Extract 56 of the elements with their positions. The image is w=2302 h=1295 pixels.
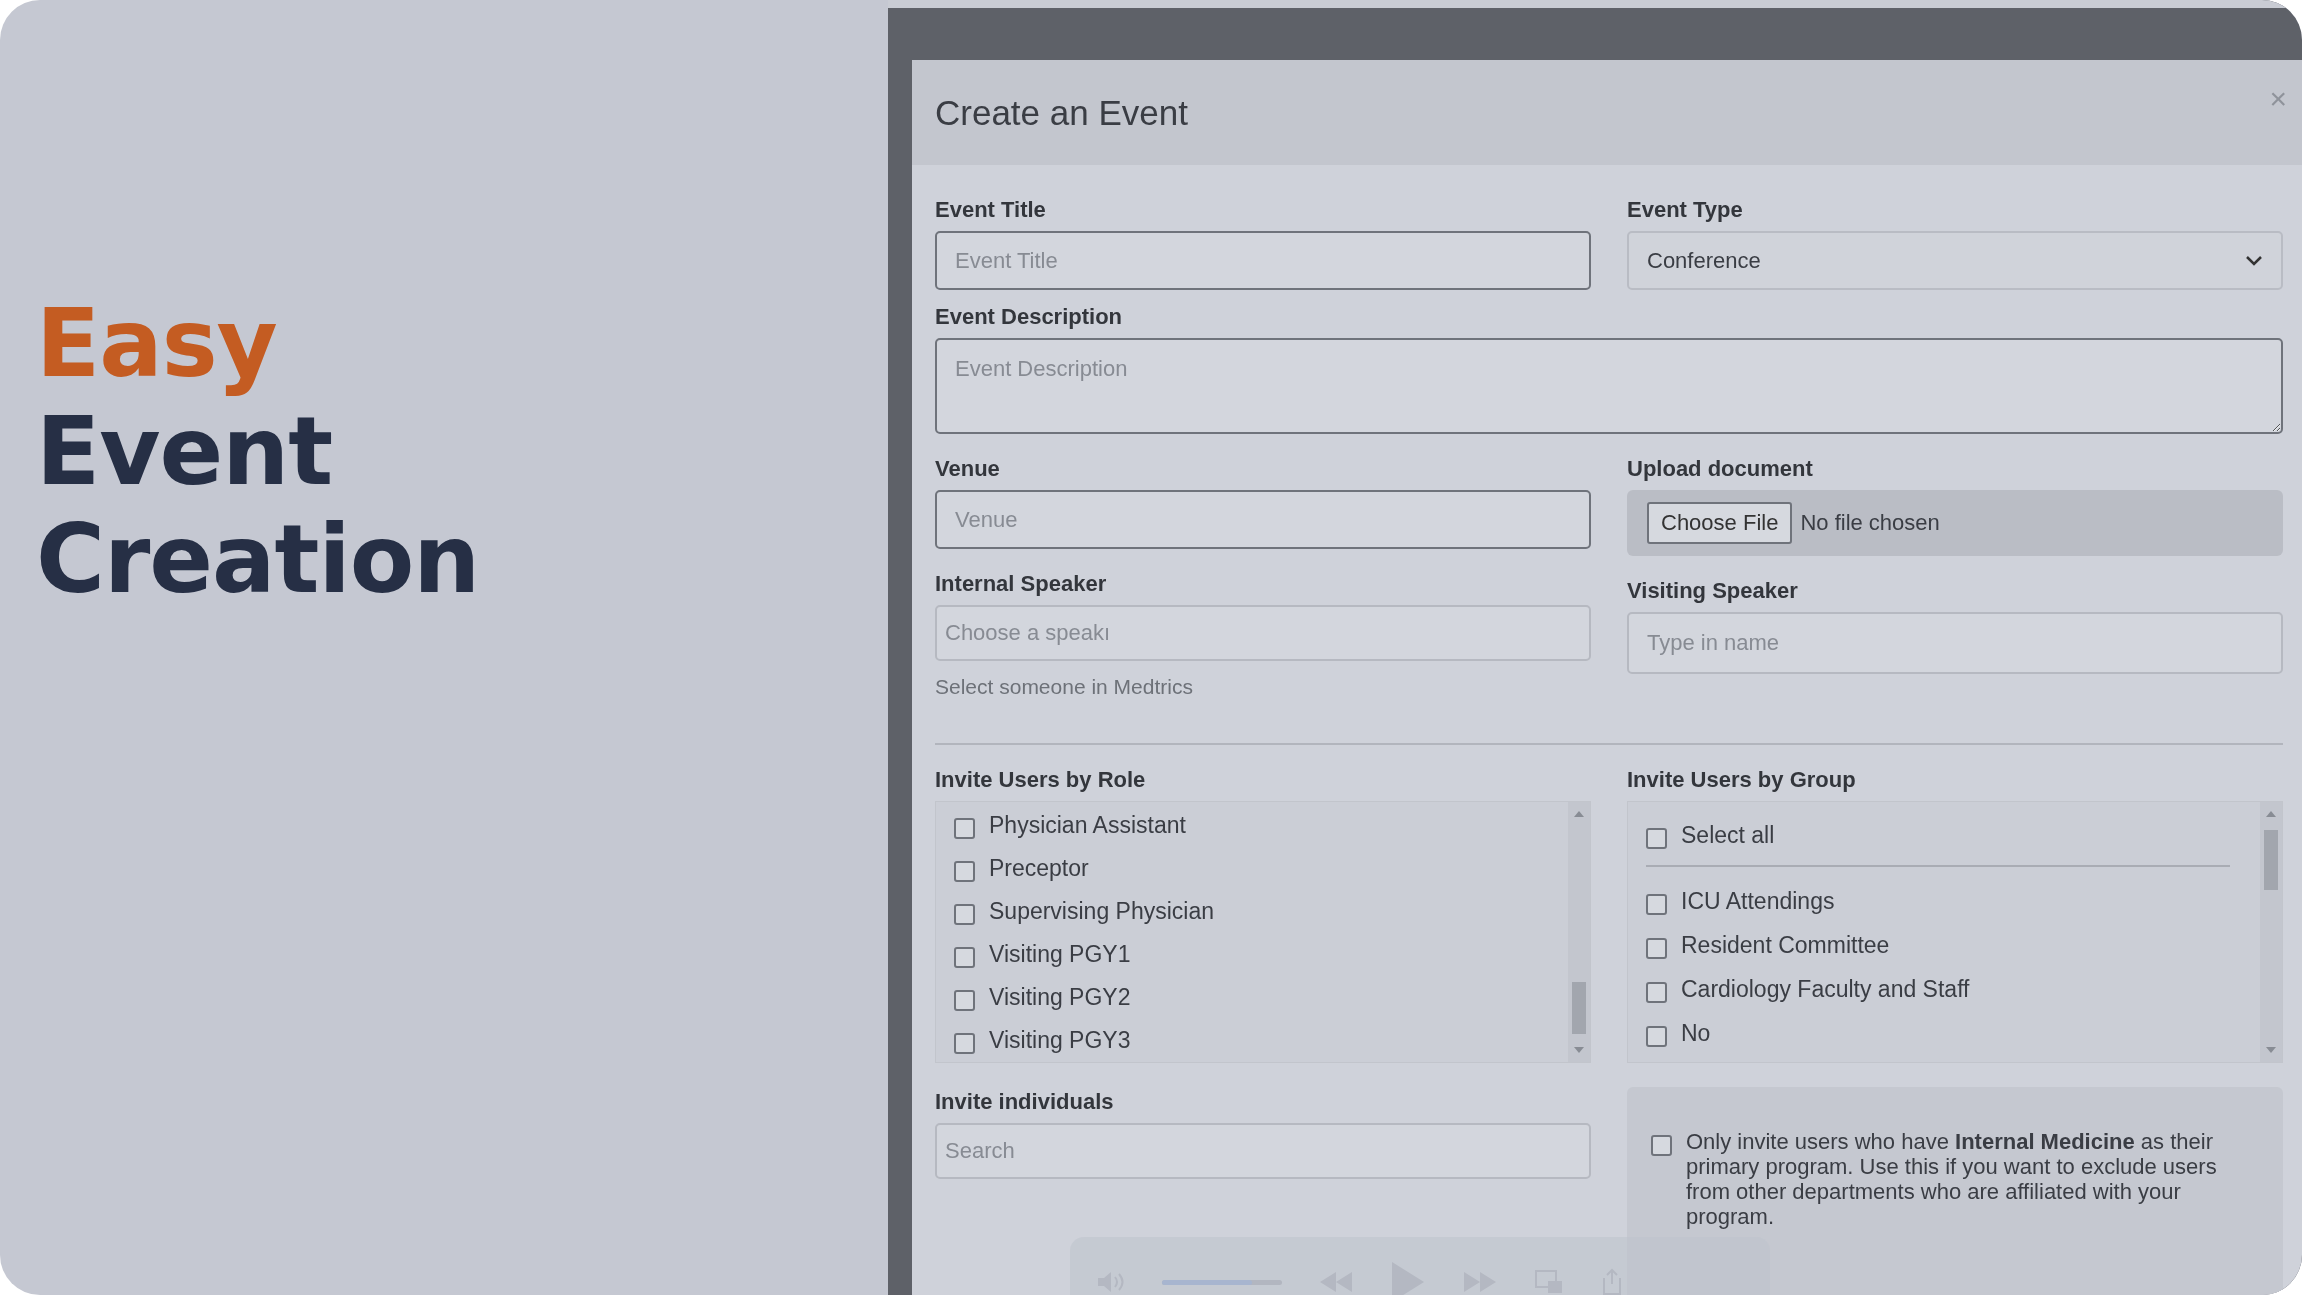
checkbox[interactable] [954, 818, 975, 839]
speaker-search-field[interactable]: Choose a speakı [935, 605, 1591, 661]
checkbox-label: Visiting PGY1 [989, 941, 1131, 968]
field-label: Invite Users by Group [1627, 767, 1857, 793]
headline-word: Event [36, 398, 334, 506]
checkbox[interactable] [954, 861, 975, 882]
event-title-field[interactable]: Event Title [935, 231, 1591, 290]
field-label: Event Title [935, 197, 1047, 223]
checkbox[interactable] [1646, 937, 1667, 959]
checkbox[interactable] [954, 947, 975, 968]
dialog-title: Create an Event [935, 92, 1188, 133]
checkbox[interactable] [1646, 828, 1667, 849]
checkbox[interactable] [1646, 893, 1667, 915]
volume-slider[interactable] [1162, 1279, 1282, 1285]
checkbox-label: Visiting PGY3 [989, 1027, 1131, 1054]
choose-file-button[interactable]: Choose File [1647, 502, 1793, 544]
field-label: Invite Users by Role [935, 767, 1147, 793]
search-field[interactable]: Search [935, 1123, 1591, 1179]
field-label: Venue [935, 456, 1001, 482]
checkbox-label: Supervising Physician [989, 898, 1214, 925]
checkbox[interactable] [1646, 1025, 1667, 1047]
checkbox[interactable] [954, 904, 975, 925]
field-label: Upload document [1627, 456, 1814, 482]
file-status: No file chosen [1800, 510, 1940, 536]
checkbox-label: Select all [1681, 822, 1775, 849]
field-label: Internal Speaker [935, 571, 1108, 597]
field-label: Event Description [935, 304, 1124, 330]
checkbox[interactable] [1651, 1135, 1672, 1156]
scroll-up-icon[interactable] [2265, 810, 2277, 818]
checkbox[interactable] [1646, 981, 1667, 1003]
chevron-down-icon [2245, 255, 2263, 266]
event-description-field[interactable]: Event Description [935, 338, 2283, 434]
field-label: Event Type [1627, 197, 1744, 223]
field-label: Visiting Speaker [1627, 578, 1799, 604]
scroll-up-icon[interactable] [1573, 810, 1585, 818]
checkbox-label: Cardiology Faculty and Staff [1681, 975, 1970, 1003]
scroll-down-icon[interactable] [1573, 1046, 1585, 1054]
help-text: Select someone in Medtrics [935, 675, 1194, 699]
checkbox-label: Visiting PGY2 [989, 984, 1131, 1011]
checkbox-label: No [1681, 1019, 1711, 1047]
checkbox-label: Physician Assistant [989, 812, 1186, 839]
field-label: Invite individuals [935, 1089, 1115, 1115]
event-type-select[interactable]: Conference [1627, 231, 2283, 290]
program-filter-text: Only invite users who have Internal Medicine as their primary program. Use this if you want to exclude users from other departments who are affiliated with your program. [1686, 1129, 2218, 1231]
venue-field[interactable]: Venue [935, 490, 1591, 549]
checkbox[interactable] [954, 990, 975, 1011]
headline-word: Creation [36, 506, 481, 614]
checkbox[interactable] [954, 1033, 975, 1054]
visiting-speaker-field[interactable]: Type in name [1627, 612, 2283, 674]
checkbox-label: Preceptor [989, 855, 1089, 882]
checkbox-label: Resident Committee [1681, 931, 1890, 959]
scrollbar-thumb[interactable] [1572, 982, 1586, 1034]
scrollbar-thumb[interactable] [2264, 830, 2278, 890]
scroll-down-icon[interactable] [2265, 1046, 2277, 1054]
checkbox-label: ICU Attendings [1681, 887, 1835, 915]
headline-word: Easy [36, 290, 278, 398]
